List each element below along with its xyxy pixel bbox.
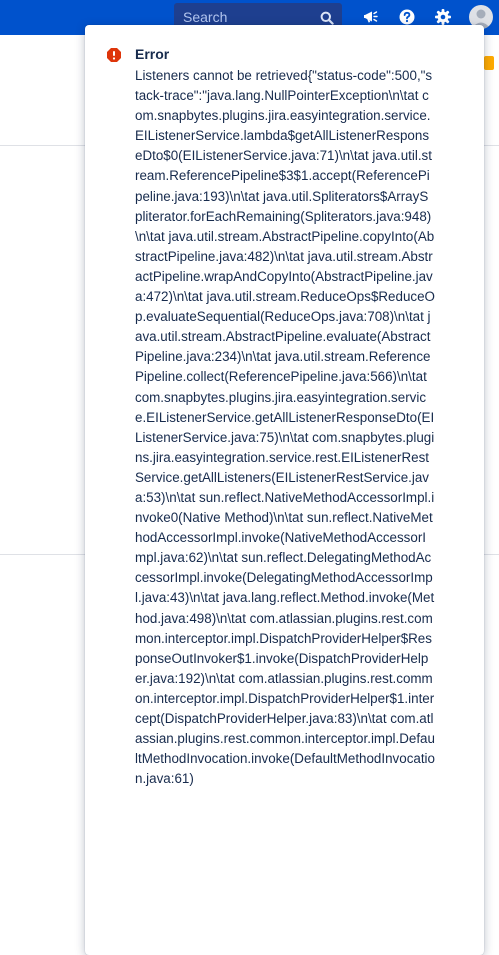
warning-badge <box>484 56 494 70</box>
search-input[interactable]: Search <box>183 9 227 25</box>
megaphone-icon[interactable] <box>361 7 381 27</box>
error-flag: Error Listeners cannot be retrieved{"sta… <box>85 25 484 955</box>
gear-icon[interactable] <box>433 7 453 27</box>
flag-title: Error <box>135 46 170 62</box>
help-icon[interactable] <box>397 7 417 27</box>
error-icon <box>106 47 122 67</box>
error-message: Listeners cannot be retrieved{"status-co… <box>135 68 435 787</box>
